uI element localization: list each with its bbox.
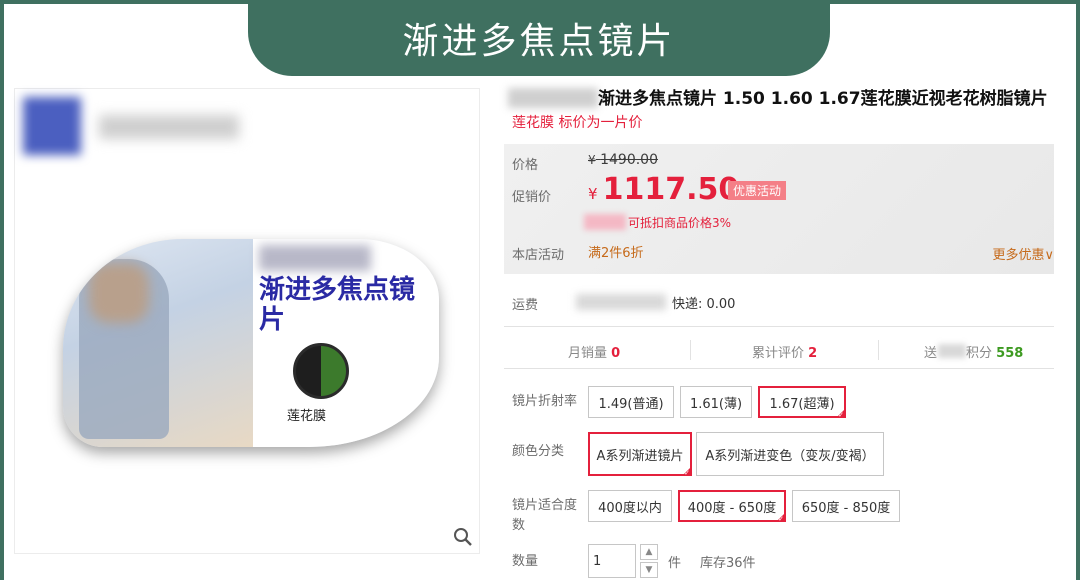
deduct-blurred: [584, 214, 626, 230]
divider: [504, 326, 1054, 327]
lens-card: 渐进多焦点镜片 莲花膜: [253, 239, 439, 447]
blurred-face: [89, 263, 149, 323]
lens-image: 渐进多焦点镜片 莲花膜: [63, 239, 439, 447]
option-color-a-progressive-selected[interactable]: A系列渐进镜片: [588, 432, 692, 477]
brand-prefix-blurred: [508, 88, 598, 108]
option-index-1-67-selected[interactable]: 1.67(超薄): [758, 386, 846, 419]
reviews-label: 累计评价: [752, 346, 805, 361]
product-title: 渐进多焦点镜片 1.50 1.60 1.67莲花膜近视老花树脂镜片: [598, 89, 1048, 109]
shipping-location-blurred: [576, 294, 666, 310]
lens-photo: [63, 239, 253, 447]
price-box: 价格 ¥ 1490.00 促销价 ¥ 1117.50 优惠活动 可抵扣商品价格3…: [504, 144, 1054, 274]
promo-yen: ¥: [588, 185, 598, 203]
points: 积分 558: [966, 342, 1023, 361]
points-blurred: [938, 344, 966, 358]
product-subtitle: 莲花膜 标价为一片价: [512, 115, 643, 131]
stock-count: 库存36件: [700, 556, 756, 571]
shipping-value: 快递: 0.00: [672, 297, 736, 312]
magnifier-icon[interactable]: [453, 527, 473, 552]
lens-heading: 渐进多焦点镜片: [259, 275, 439, 335]
stat-separator: [690, 340, 691, 360]
option-degree-under-400[interactable]: 400度以内: [588, 490, 672, 522]
promo-badge[interactable]: 优惠活动: [728, 181, 787, 200]
lens-heading-text: 渐进多焦点镜片: [259, 275, 416, 335]
promo-price: ¥ 1117.50: [588, 172, 739, 207]
shipping-label: 运费: [512, 298, 539, 313]
lens-brand-blurred: [259, 245, 371, 271]
lotus-coating-icon: [293, 343, 349, 399]
product-image-gallery[interactable]: 渐进多焦点镜片 莲花膜: [14, 88, 480, 554]
option-index-1-49[interactable]: 1.49(普通): [588, 386, 674, 418]
option-degree-650-850[interactable]: 650度 - 850度: [792, 490, 900, 522]
promo-price-label: 促销价: [512, 190, 552, 205]
deduct-text: 可抵扣商品价格3%: [628, 216, 732, 230]
quantity-increase-button[interactable]: ▲: [640, 544, 658, 560]
orig-yen: ¥: [588, 153, 596, 167]
brand-name-blurred: [99, 115, 239, 139]
option-index-1-61[interactable]: 1.61(薄): [680, 386, 752, 418]
orig-price: ¥ 1490.00: [588, 152, 658, 168]
title-banner: 渐进多焦点镜片: [248, 0, 830, 76]
quantity-decrease-button[interactable]: ▼: [640, 562, 658, 578]
quantity-unit: 件: [668, 556, 682, 571]
divider: [504, 368, 1054, 369]
reviews-value: 2: [808, 346, 818, 361]
points-prefix: 送: [924, 346, 938, 361]
stats-row: 月销量 0 累计评价 2 送 积分 558: [504, 340, 1054, 364]
promo-price-value: 1117.50: [602, 172, 740, 207]
quantity-label: 数量: [512, 554, 539, 569]
option-color-a-photochromic[interactable]: A系列渐进变色（变灰/变褐）: [696, 432, 884, 476]
brand-logo: [23, 97, 81, 155]
orig-price-value: 1490.00: [600, 152, 658, 168]
lotus-label: 莲花膜: [287, 409, 327, 424]
sales-value: 0: [611, 346, 621, 361]
banner-title: 渐进多焦点镜片: [402, 21, 676, 62]
quantity-input[interactable]: [588, 544, 636, 578]
store-activity-label: 本店活动: [512, 248, 565, 263]
points-value: 558: [996, 346, 1024, 361]
degree-label: 镜片适合度数: [512, 498, 578, 533]
index-label: 镜片折射率: [512, 394, 578, 409]
sales-label: 月销量: [568, 346, 608, 361]
points-label: 积分: [966, 346, 993, 361]
more-offers-link[interactable]: 更多优惠∨: [992, 244, 1054, 263]
monthly-sales: 月销量 0: [568, 342, 620, 361]
stat-separator: [878, 340, 879, 360]
orig-price-label: 价格: [512, 158, 539, 173]
option-degree-400-650-selected[interactable]: 400度 - 650度: [678, 490, 786, 523]
total-reviews[interactable]: 累计评价 2: [752, 342, 817, 361]
store-activity-value[interactable]: 满2件6折: [588, 242, 644, 261]
color-label: 颜色分类: [512, 444, 565, 459]
